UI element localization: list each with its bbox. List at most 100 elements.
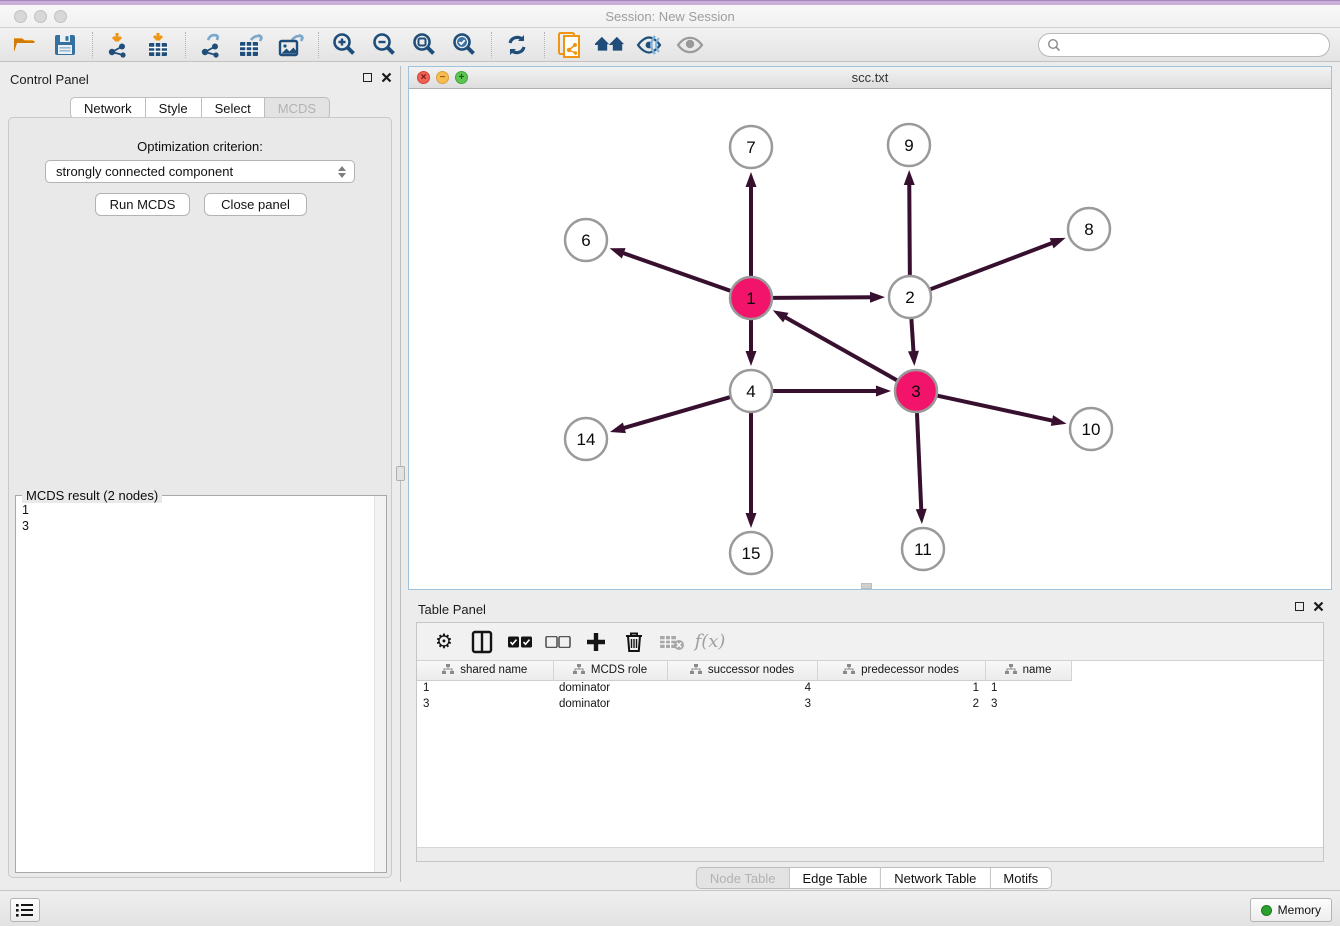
cell-shared-name[interactable]: 1 [417, 680, 553, 696]
tab-network-table[interactable]: Network Table [881, 867, 990, 889]
result-scrollbar[interactable] [374, 496, 386, 872]
zoom-selected-icon[interactable] [449, 31, 479, 59]
column-header-shared-name[interactable]: shared name [417, 661, 553, 680]
open-session-icon[interactable] [10, 31, 40, 59]
close-table-panel-icon[interactable] [1313, 601, 1324, 612]
select-all-icon[interactable] [505, 628, 535, 656]
close-panel-icon[interactable] [381, 72, 392, 83]
memory-button[interactable]: Memory [1250, 898, 1332, 922]
dropdown-value: strongly connected component [56, 164, 233, 179]
node-label-11: 11 [914, 540, 932, 559]
delete-icon[interactable] [619, 628, 649, 656]
table-panel-tabs: Node TableEdge TableNetwork TableMotifs [696, 867, 1052, 889]
cell-MCDS-role[interactable]: dominator [553, 680, 667, 696]
deselect-all-icon[interactable] [543, 628, 573, 656]
task-history-button[interactable] [10, 898, 40, 922]
column-header-predecessor-nodes[interactable]: predecessor nodes [817, 661, 985, 680]
node-label-10: 10 [1082, 420, 1101, 439]
search-input[interactable] [1066, 38, 1329, 53]
splitter-grip[interactable] [396, 466, 405, 481]
control-panel: Control Panel NetworkStyleSelectMCDS Opt… [0, 66, 400, 882]
arrowhead-1-7 [746, 172, 757, 187]
network-resize-handle[interactable] [861, 583, 872, 589]
memory-status-icon [1261, 905, 1272, 916]
column-header-name[interactable]: name [985, 661, 1071, 680]
node-label-1: 1 [746, 289, 755, 308]
arrowhead-3-11 [916, 509, 927, 524]
network-canvas[interactable]: 7968124310141511 [409, 89, 1331, 589]
gear-icon[interactable]: ⚙ [429, 628, 459, 656]
tab-edge-table[interactable]: Edge Table [789, 867, 881, 889]
zoom-out-icon[interactable] [369, 31, 399, 59]
clone-network-icon[interactable] [555, 31, 585, 59]
cell-successor-nodes[interactable]: 3 [667, 696, 817, 712]
network-graph[interactable]: 7968124310141511 [409, 89, 1331, 589]
cell-name[interactable]: 3 [985, 696, 1071, 712]
cell-predecessor-nodes[interactable]: 1 [817, 680, 985, 696]
tab-mcds[interactable]: MCDS [265, 97, 330, 119]
edge-3-1[interactable] [783, 316, 897, 380]
cell-MCDS-role[interactable]: dominator [553, 696, 667, 712]
arrowhead-1-4 [746, 351, 757, 366]
node-label-3: 3 [911, 382, 920, 401]
run-mcds-button[interactable]: Run MCDS [95, 193, 190, 216]
search-field[interactable] [1038, 33, 1330, 57]
tab-motifs[interactable]: Motifs [990, 867, 1052, 889]
cell-successor-nodes[interactable]: 4 [667, 680, 817, 696]
edge-1-6[interactable] [621, 252, 730, 290]
close-panel-button[interactable]: Close panel [204, 193, 307, 216]
network-window: × − + scc.txt 7968124310141511 [408, 66, 1332, 590]
refresh-icon[interactable] [502, 31, 532, 59]
tab-node-table[interactable]: Node Table [696, 867, 790, 889]
export-image-icon[interactable] [276, 31, 306, 59]
edge-2-8[interactable] [931, 242, 1055, 289]
toolbar-separator [92, 32, 93, 58]
edge-3-11[interactable] [917, 413, 921, 512]
arrowhead-4-14 [610, 423, 626, 434]
cell-predecessor-nodes[interactable]: 2 [817, 696, 985, 712]
node-label-14: 14 [577, 430, 596, 449]
column-header-MCDS-role[interactable]: MCDS role [553, 661, 667, 680]
edge-2-9[interactable] [909, 182, 910, 275]
table-header-row: shared nameMCDS rolesuccessor nodesprede… [417, 661, 1071, 680]
table-row[interactable]: 1dominator411 [417, 680, 1071, 696]
edge-1-2[interactable] [773, 297, 873, 298]
save-session-icon[interactable] [50, 31, 80, 59]
table-hscrollbar[interactable] [417, 847, 1323, 861]
hide-eye-icon[interactable] [635, 31, 665, 59]
edge-3-10[interactable] [937, 396, 1054, 421]
toolbar-separator [544, 32, 545, 58]
table-toolbar: ⚙ f(x) [417, 623, 1323, 661]
tab-network[interactable]: Network [70, 97, 146, 119]
mcds-result-text[interactable]: 1 3 [16, 498, 374, 872]
float-panel-icon[interactable] [363, 73, 372, 82]
float-table-panel-icon[interactable] [1295, 602, 1304, 611]
export-network-icon[interactable] [196, 31, 226, 59]
add-column-icon[interactable] [581, 628, 611, 656]
zoom-fit-icon[interactable] [409, 31, 439, 59]
columns-icon[interactable] [467, 628, 497, 656]
import-network-icon[interactable] [103, 31, 133, 59]
arrowhead-2-3 [908, 351, 919, 366]
cell-name[interactable]: 1 [985, 680, 1071, 696]
column-header-successor-nodes[interactable]: successor nodes [667, 661, 817, 680]
network-window-titlebar[interactable]: × − + scc.txt [409, 67, 1331, 89]
zoom-in-icon[interactable] [329, 31, 359, 59]
main-toolbar [0, 28, 1340, 62]
show-networks-icon[interactable] [595, 31, 625, 59]
toolbar-separator [491, 32, 492, 58]
table-row[interactable]: 3dominator323 [417, 696, 1071, 712]
arrowhead-1-6 [610, 248, 626, 258]
cell-shared-name[interactable]: 3 [417, 696, 553, 712]
node-table[interactable]: shared nameMCDS rolesuccessor nodesprede… [417, 661, 1323, 847]
import-table-icon[interactable] [143, 31, 173, 59]
export-table-icon[interactable] [236, 31, 266, 59]
list-icon [16, 903, 34, 917]
edge-2-3[interactable] [911, 319, 913, 354]
tab-select[interactable]: Select [202, 97, 265, 119]
node-label-9: 9 [904, 136, 913, 155]
optimization-criterion-dropdown[interactable]: strongly connected component [45, 160, 355, 183]
edge-4-14[interactable] [622, 397, 730, 429]
tab-style[interactable]: Style [146, 97, 202, 119]
arrowhead-4-15 [746, 513, 757, 528]
